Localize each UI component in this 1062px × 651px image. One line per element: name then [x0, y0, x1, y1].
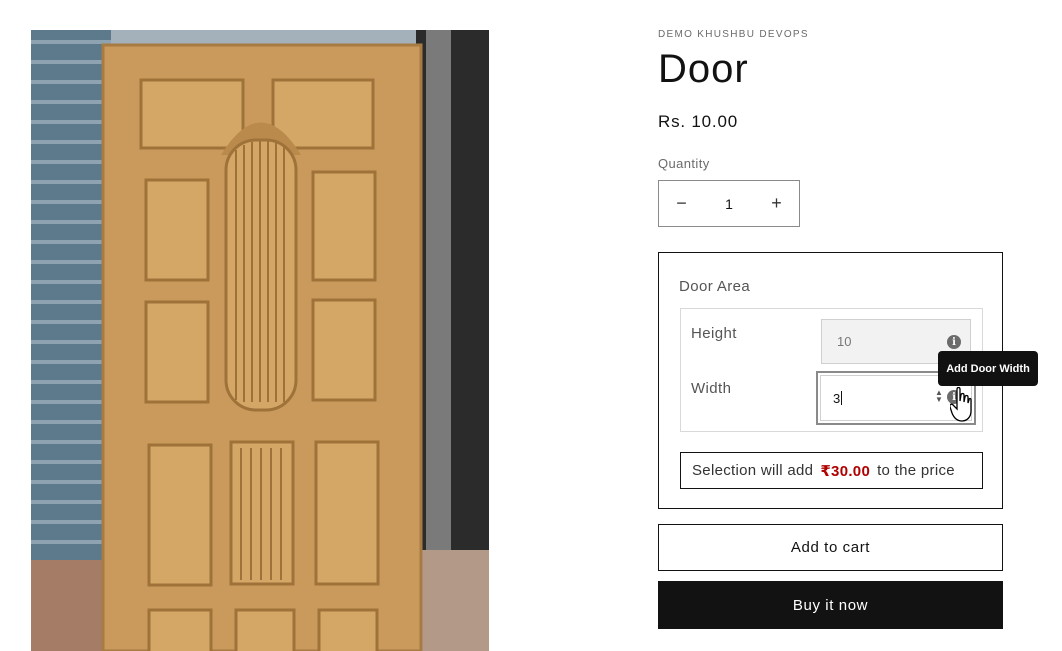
product-title: Door	[658, 47, 749, 91]
width-label: Width	[691, 380, 732, 397]
buy-it-now-button[interactable]: Buy it now	[658, 581, 1003, 629]
summary-prefix: Selection will add	[692, 462, 814, 479]
quantity-decrease-button[interactable]: −	[659, 181, 704, 226]
door-photo	[31, 30, 489, 651]
height-info-icon[interactable]: i	[947, 335, 961, 349]
summary-amount: ₹30.00	[820, 462, 871, 480]
quantity-input[interactable]: 1	[704, 196, 754, 212]
product-price: Rs. 10.00	[658, 112, 738, 131]
price-addition-summary: Selection will add ₹30.00 to the price	[680, 452, 983, 489]
height-value: 10	[837, 334, 852, 349]
width-info-tooltip: Add Door Width	[938, 351, 1038, 386]
height-label: Height	[691, 325, 737, 342]
option-group-title: Door Area	[679, 278, 751, 295]
quantity-stepper: − 1 +	[658, 180, 800, 227]
quantity-increase-button[interactable]: +	[754, 181, 799, 226]
add-to-cart-button[interactable]: Add to cart	[658, 524, 1003, 571]
text-caret	[841, 391, 843, 405]
hand-cursor-icon	[950, 387, 972, 422]
summary-suffix: to the price	[877, 462, 955, 479]
width-value: 3	[833, 390, 841, 406]
quantity-label: Quantity	[658, 156, 710, 171]
product-vendor: DEMO KHUSHBU DEVOPS	[658, 29, 809, 40]
width-spinner-icon[interactable]: ▲ ▼	[935, 389, 943, 404]
product-image[interactable]	[31, 30, 489, 651]
